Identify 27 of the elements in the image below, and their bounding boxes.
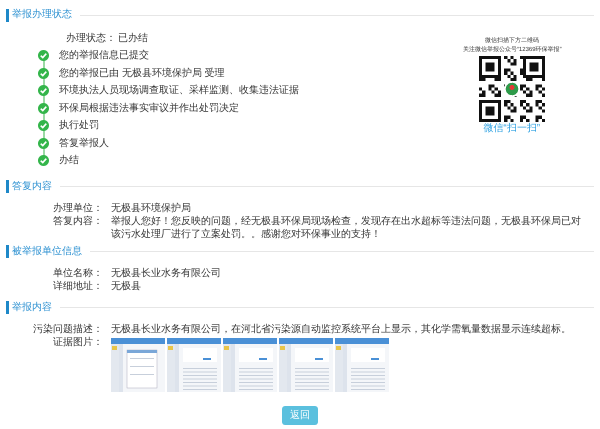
section-title: 被举报单位信息 bbox=[12, 246, 82, 256]
field-label: 办理单位： bbox=[52, 202, 104, 214]
back-button[interactable]: 返回 bbox=[282, 406, 318, 424]
step-text: 办结 bbox=[59, 154, 79, 168]
qr-code bbox=[478, 56, 545, 122]
step-text: 您的举报信息已提交 bbox=[59, 48, 149, 64]
step-text: 环境执法人员现场调查取证、采样监测、收集违法证据 bbox=[59, 84, 299, 98]
field-value: 无极县 bbox=[111, 280, 142, 292]
step-text: 执行处罚 bbox=[59, 118, 99, 134]
qr-footer: 微信“扫一扫” bbox=[483, 122, 540, 136]
step-text: 答复举报人 bbox=[59, 136, 109, 151]
section-title: 举报办理状态 bbox=[12, 10, 72, 20]
field-label: 详细地址： bbox=[52, 280, 104, 292]
field-value: 举报人您好！您反映的问题，经无极县环保局现场检查，发现存在出水超标等违法问题，无极县环保局已对该污水处理厂进行了立案处罚。。感谢您对环保事业的支持！ bbox=[111, 214, 581, 240]
step-text: 环保局根据违法事实审议并作出处罚决定 bbox=[59, 102, 239, 116]
section-title: 举报内容 bbox=[12, 302, 52, 312]
field-value: 无极县长业水务有限公司 bbox=[111, 266, 222, 280]
status-value: 已办结 bbox=[118, 32, 148, 45]
field-value: 无极县长业水务有限公司，在河北省污染源自动监控系统平台上显示，其化学需氧量数据显示连续超标。 bbox=[111, 322, 572, 336]
field-label: 单位名称： bbox=[52, 266, 104, 280]
section-title: 答复内容 bbox=[12, 182, 52, 192]
step-text: 您的举报已由 无极县环境保护局 受理 bbox=[59, 66, 225, 81]
status-label: 办理状态： bbox=[66, 32, 117, 45]
field-label: 证据图片： bbox=[52, 336, 104, 350]
field-label: 污染问题描述： bbox=[32, 322, 104, 336]
field-value: 无极县环境保护局 bbox=[111, 202, 192, 214]
field-label: 答复内容： bbox=[52, 214, 104, 228]
